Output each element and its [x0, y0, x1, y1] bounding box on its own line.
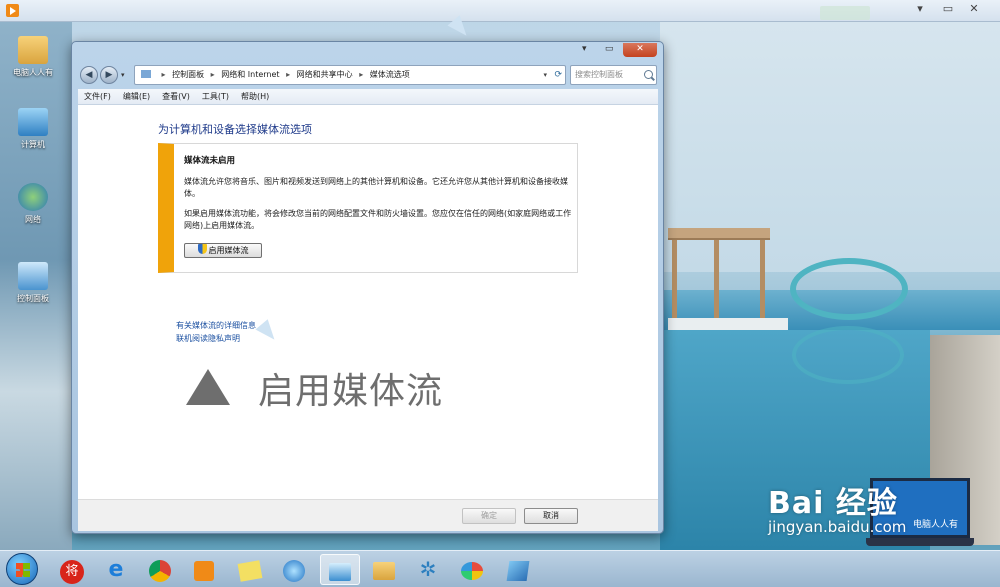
menu-edit[interactable]: 编辑(E) [117, 89, 156, 105]
taskbar-app-network-map[interactable] [498, 554, 538, 585]
host-title-blur [820, 6, 870, 20]
search-placeholder: 搜索控制面板 [575, 70, 623, 79]
host-maximize-button[interactable]: ▭ [940, 2, 956, 16]
menu-view[interactable]: 查看(V) [156, 89, 196, 105]
paint-palette-icon [461, 561, 483, 580]
ok-button[interactable]: 确定 [462, 508, 516, 524]
globe-icon [18, 183, 48, 211]
menu-help[interactable]: 帮助(H) [235, 89, 275, 105]
desktop-icon-network[interactable]: 网络 [2, 183, 64, 225]
desktop-icon-label: 电脑人人有 [13, 68, 53, 77]
network-icon [283, 559, 305, 582]
menu-bar: 文件(F) 编辑(E) 查看(V) 工具(T) 帮助(H) [78, 89, 658, 105]
breadcrumb-network-sharing-center[interactable]: 网络和共享中心 [297, 70, 353, 79]
desktop-icon-label: 网络 [25, 215, 41, 224]
search-input[interactable]: 搜索控制面板 [570, 65, 657, 85]
laptop-caption: 电脑人人有 [913, 520, 959, 530]
search-icon[interactable] [644, 70, 653, 79]
wallpaper-pergola [668, 228, 770, 320]
desktop-icon-label: 控制面板 [17, 294, 49, 303]
control-panel-icon [18, 262, 48, 290]
notice-title: 媒体流未启用 [184, 156, 236, 166]
address-bar[interactable]: ▸ 控制面板 ▸ 网络和 Internet ▸ 网络和共享中心 ▸ 媒体流选项 … [134, 65, 566, 85]
host-minimize-button[interactable]: ▾ [912, 2, 928, 16]
breadcrumb-network-internet[interactable]: 网络和 Internet [221, 70, 279, 79]
close-button[interactable]: ✕ [623, 43, 657, 57]
taskbar: 将 e ✲ [0, 550, 1000, 587]
network-map-icon [506, 560, 530, 581]
forward-button[interactable]: ▶ [100, 66, 118, 84]
enable-media-streaming-label: 启用媒体流 [208, 246, 249, 255]
wallpaper-ring-reflection [792, 326, 904, 384]
internet-explorer-icon: e [108, 557, 124, 582]
folder-icon [141, 70, 151, 78]
content-pane: 为计算机和设备选择媒体流选项 媒体流未启用 媒体流允许您将音乐、图片和视频发送到… [78, 105, 658, 499]
cancel-button[interactable]: 取消 [524, 508, 578, 524]
minimize-button[interactable]: ▾ [573, 43, 595, 57]
breadcrumb-control-panel[interactable]: 控制面板 [172, 70, 204, 79]
dialog-footer: 确定 取消 [78, 499, 658, 531]
control-panel-icon [329, 562, 351, 581]
media-player-icon [194, 560, 214, 581]
folder-icon [373, 561, 395, 580]
page-title: 为计算机和设备选择媒体流选项 [158, 123, 312, 136]
watermark-url: jingyan.baidu.com [768, 518, 907, 536]
chrome-icon [149, 559, 171, 582]
window-controls: ▾ ▭ ✕ [573, 43, 657, 59]
taskbar-app-notes[interactable] [230, 554, 270, 585]
desktop-icon-control-panel[interactable]: 控制面板 [2, 262, 64, 304]
wallpaper-ring-sculpture [790, 258, 908, 320]
desktop-icon-label: 计算机 [21, 140, 45, 149]
player-app-icon [6, 4, 19, 17]
computer-icon [18, 108, 48, 136]
taskbar-app-control-panel[interactable] [320, 554, 360, 585]
taskbar-app-jiang[interactable]: 将 [52, 554, 92, 585]
menu-tools[interactable]: 工具(T) [196, 89, 235, 105]
gear-icon: ✲ [419, 557, 437, 581]
uac-shield-icon [197, 244, 207, 254]
recent-pages-dropdown[interactable]: ▾ [121, 71, 125, 79]
refresh-icon[interactable]: ⟳ [554, 66, 562, 84]
address-dropdown[interactable]: ▾ [543, 66, 547, 84]
tutorial-caption-text: 启用媒体流 [258, 371, 444, 412]
jiang-icon: 将 [60, 560, 84, 584]
enable-media-streaming-button[interactable]: 启用媒体流 [184, 243, 262, 258]
start-button[interactable] [6, 553, 38, 585]
watermark-brand: Bai 经验 [768, 486, 898, 521]
taskbar-app-ie[interactable]: e [96, 554, 136, 585]
maximize-button[interactable]: ▭ [598, 43, 620, 57]
tutorial-caption: 启用媒体流 [186, 362, 443, 414]
back-button[interactable]: ◀ [80, 66, 98, 84]
taskbar-app-settings[interactable]: ✲ [408, 554, 448, 585]
triangle-icon [186, 369, 230, 405]
notice-warning: 如果启用媒体流功能，将会修改您当前的网络配置文件和防火墙设置。您应仅在信任的网络… [184, 209, 572, 230]
taskbar-app-chrome[interactable] [140, 554, 180, 585]
navigation-bar: ◀ ▶ ▾ ▸ 控制面板 ▸ 网络和 Internet ▸ 网络和共享中心 ▸ … [78, 64, 658, 86]
taskbar-app-player[interactable] [184, 554, 224, 585]
sticky-notes-icon [237, 559, 263, 582]
media-streaming-info-link[interactable]: 有关媒体流的详细信息 [176, 320, 256, 331]
taskbar-app-explorer[interactable] [364, 554, 404, 585]
taskbar-app-paint[interactable] [452, 554, 492, 585]
desktop-icon-computer[interactable]: 计算机 [2, 108, 64, 150]
menu-file[interactable]: 文件(F) [78, 89, 117, 105]
folder-icon [18, 36, 48, 64]
notice-panel: 媒体流未启用 媒体流允许您将音乐、图片和视频发送到网络上的其他计算机和设备。它还… [158, 143, 578, 273]
breadcrumb-media-streaming[interactable]: 媒体流选项 [370, 70, 410, 79]
host-close-button[interactable]: ✕ [966, 2, 982, 16]
control-panel-window: ▾ ▭ ✕ ◀ ▶ ▾ ▸ 控制面板 ▸ 网络和 Internet ▸ 网络和共… [71, 41, 664, 534]
privacy-statement-link[interactable]: 联机阅读隐私声明 [176, 333, 240, 344]
desktop-icon-user-folder[interactable]: 电脑人人有 [2, 36, 64, 78]
notice-description: 媒体流允许您将音乐、图片和视频发送到网络上的其他计算机和设备。它还允许您从其他计… [184, 177, 568, 198]
taskbar-app-network[interactable] [274, 554, 314, 585]
host-titlebar: ▾ ▭ ✕ [0, 0, 1000, 22]
